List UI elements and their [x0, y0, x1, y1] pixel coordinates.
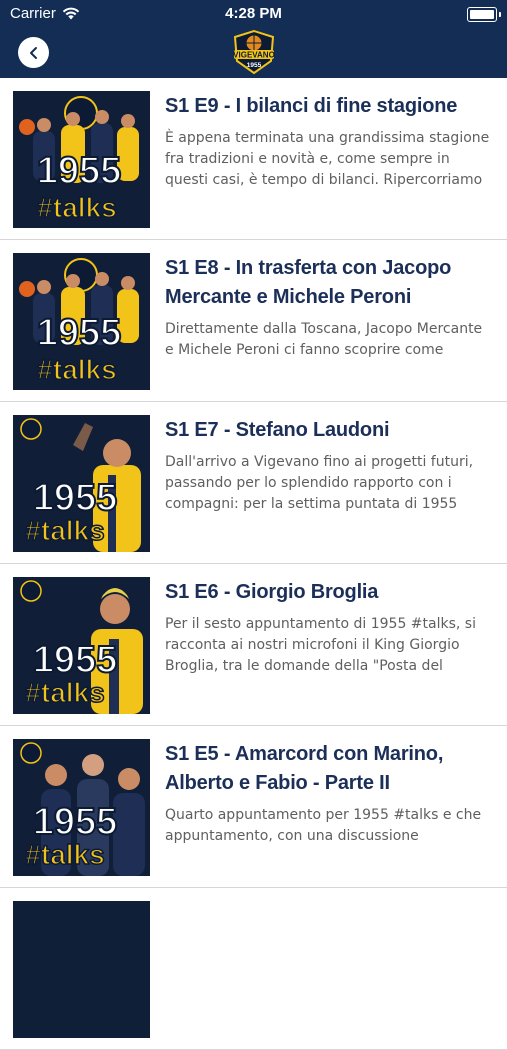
episode-description: Per il sesto appuntamento di 1955 #talks…	[165, 616, 476, 674]
team-logo: VIGEVANO 1955	[233, 29, 275, 75]
status-time: 4:28 PM	[225, 5, 282, 22]
episode-title: S1 E5 - Amarcord con Marino, Alberto e F…	[165, 743, 444, 794]
episode-thumbnail: 1955 #talks	[13, 577, 150, 714]
episode-thumbnail: 1955 #talks	[13, 739, 150, 876]
episode-description: Direttamente dalla Toscana, Jacopo Merca…	[165, 321, 483, 358]
thumbnail-tag: #talks	[37, 354, 116, 385]
logo-wordmark: VIGEVANO	[233, 51, 275, 60]
navigation-bar: Carrier 4:28 PM VIGEVANO 1955	[0, 0, 507, 78]
battery-icon	[467, 7, 501, 22]
episode-title: S1 E9 - I bilanci di fine stagione	[165, 95, 458, 117]
thumbnail-tag: #talks	[25, 515, 104, 546]
episode-thumbnail: 1955 #talks	[13, 415, 150, 552]
status-bar: Carrier 4:28 PM	[0, 0, 507, 28]
episode-row[interactable]: 1955 #talks S1 E8 - In trasferta con Jac…	[0, 240, 507, 402]
thumbnail-title: 1955	[33, 477, 118, 519]
thumbnail-title: 1955	[37, 150, 122, 192]
episode-row[interactable]: 1955 #talks S1 E9 - I bilanci di fine st…	[0, 78, 507, 240]
thumbnail-tag: #talks	[37, 192, 116, 223]
episode-description: Quarto appuntamento per 1955 #talks e ch…	[165, 807, 482, 844]
episode-title: S1 E8 - In trasferta con Jacopo Mercante…	[165, 257, 452, 308]
thumbnail-title: 1955	[33, 639, 118, 681]
episode-row[interactable]: 1955 #talks S1 E6 - Giorgio Broglia Per …	[0, 564, 507, 726]
episode-row[interactable]: 1955 #talks S1 E7 - Stefano Laudoni Dall…	[0, 402, 507, 564]
episode-description: Dall'arrivo a Vigevano fino ai progetti …	[165, 454, 474, 512]
episode-thumbnail: 1955 #talks	[13, 91, 150, 228]
episode-thumbnail	[13, 901, 150, 1038]
thumbnail-tag: #talks	[25, 677, 104, 708]
thumbnail-title: 1955	[37, 312, 122, 354]
episode-row[interactable]: 1955 #talks S1 E5 - Amarcord con Marino,…	[0, 726, 507, 888]
back-button[interactable]	[18, 37, 49, 68]
chevron-left-icon	[29, 46, 37, 59]
episode-title: S1 E6 - Giorgio Broglia	[165, 581, 379, 603]
episode-list: 1955 #talks S1 E9 - I bilanci di fine st…	[0, 78, 507, 1050]
thumbnail-title: 1955	[33, 801, 118, 843]
episode-row[interactable]	[0, 888, 507, 1050]
episode-thumbnail: 1955 #talks	[13, 253, 150, 390]
logo-year: 1955	[247, 62, 262, 69]
episode-description: È appena terminata una grandissima stagi…	[165, 130, 490, 188]
thumbnail-tag: #talks	[25, 839, 104, 870]
episode-title: S1 E7 - Stefano Laudoni	[165, 419, 390, 441]
